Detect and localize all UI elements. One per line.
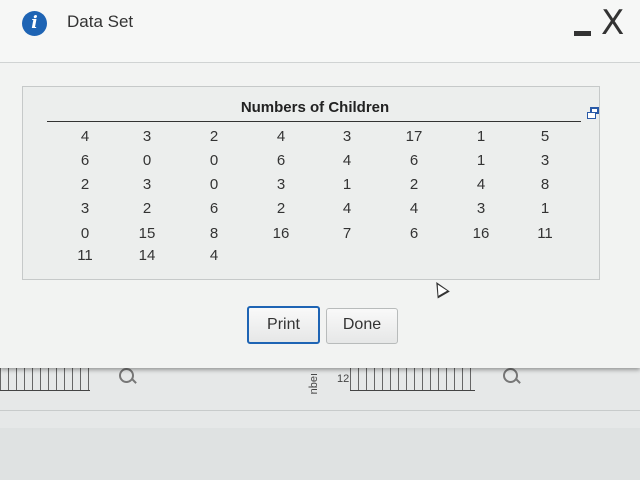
table-cell: 4 xyxy=(276,128,286,145)
graph-axis-tick: 12 xyxy=(337,373,350,385)
table-cell: 3 xyxy=(342,128,352,145)
table-cell: 8 xyxy=(540,176,550,193)
table-cell: 6 xyxy=(409,152,419,169)
table-cell: 14 xyxy=(138,247,156,264)
dialog-titlebar: i Data Set X xyxy=(0,0,640,63)
table-cell: 3 xyxy=(80,200,90,217)
table-cell: 5 xyxy=(540,128,550,145)
table-cell: 3 xyxy=(476,200,486,217)
table-cell: 3 xyxy=(540,152,550,169)
table-cell: 0 xyxy=(80,225,90,242)
table-cell: 2 xyxy=(276,200,286,217)
data-table-panel: Numbers of Children 4 6 2 3 0 11 3 0 3 2 15 14 2 0 0 6 8… xyxy=(22,86,600,280)
table-cell: 11 xyxy=(77,247,93,264)
table-cell: 3 xyxy=(276,176,286,193)
table-cell: 1 xyxy=(342,176,352,193)
graph-thumbnail-right xyxy=(350,368,475,391)
table-cell: 4 xyxy=(476,176,486,193)
table-cell: 4 xyxy=(342,152,352,169)
table-cell: 6 xyxy=(409,225,419,242)
table-cell: 4 xyxy=(409,200,419,217)
table-cell: 6 xyxy=(276,152,286,169)
table-cell: 1 xyxy=(476,152,486,169)
close-icon[interactable]: X xyxy=(601,3,624,43)
table-cell: 4 xyxy=(80,128,90,145)
graph-axis-label: ıəqu xyxy=(308,373,320,395)
expand-icon[interactable] xyxy=(587,107,599,119)
zoom-icon[interactable] xyxy=(503,368,518,383)
table-cell: 8 xyxy=(209,225,219,242)
table-cell: 3 xyxy=(142,128,152,145)
table-cell: 0 xyxy=(209,152,219,169)
table-cell: 16 xyxy=(272,225,290,242)
data-set-dialog: i Data Set X Numbers of Children 4 6 2 3 0 11… xyxy=(0,0,640,368)
table-cell: 15 xyxy=(138,225,156,242)
table-cell: 16 xyxy=(472,225,490,242)
table-cell: 1 xyxy=(476,128,486,145)
table-cell: 3 xyxy=(142,176,152,193)
table-cell: 7 xyxy=(342,225,352,242)
table-cell: 2 xyxy=(80,176,90,193)
dialog-title: Data Set xyxy=(67,12,134,31)
zoom-icon[interactable] xyxy=(119,368,134,383)
table-cell: 6 xyxy=(209,200,219,217)
print-button[interactable]: Print xyxy=(247,306,320,344)
table-cell: 17 xyxy=(405,128,423,145)
table-cell: 2 xyxy=(209,128,219,145)
table-cell: 0 xyxy=(142,152,152,169)
background-content xyxy=(0,368,640,428)
info-icon: i xyxy=(22,11,47,36)
table-cell: 2 xyxy=(142,200,152,217)
table-cell: 1 xyxy=(540,200,550,217)
done-button[interactable]: Done xyxy=(326,308,398,344)
table-cell: 6 xyxy=(80,152,90,169)
table-cell: 11 xyxy=(537,225,553,242)
table-header-rule xyxy=(47,121,581,122)
graph-thumbnail-left xyxy=(0,368,90,391)
table-cell: 4 xyxy=(209,247,219,264)
table-title: Numbers of Children xyxy=(240,99,390,116)
table-cell: 4 xyxy=(342,200,352,217)
table-cell: 2 xyxy=(409,176,419,193)
table-cell: 0 xyxy=(209,176,219,193)
minimize-icon[interactable] xyxy=(574,31,591,36)
background-divider xyxy=(0,410,640,411)
